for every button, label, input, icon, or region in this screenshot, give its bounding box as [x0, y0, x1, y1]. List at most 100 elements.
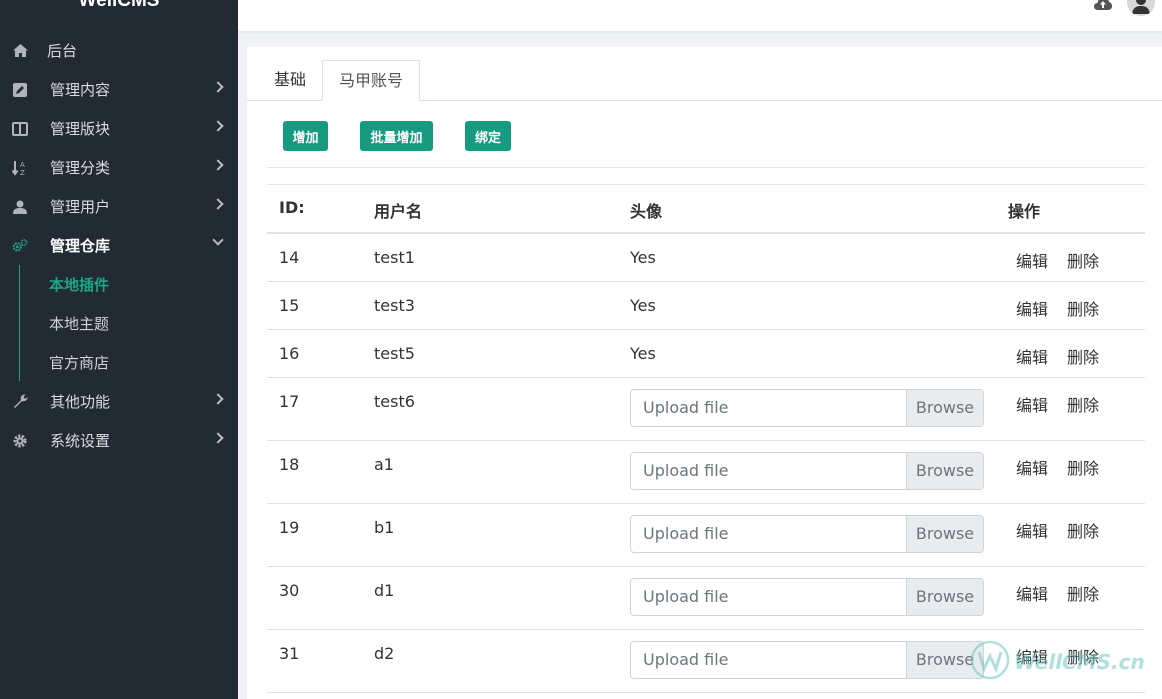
column-header-username: 用户名 — [374, 202, 423, 221]
chevron-right-icon — [212, 120, 224, 132]
upload-placeholder[interactable]: Upload file — [631, 579, 906, 615]
browse-button[interactable]: Browse — [906, 390, 983, 426]
cell-avatar: Yes — [630, 296, 656, 315]
sidebar-item-label: 管理版块 — [50, 120, 111, 138]
row-divider — [267, 692, 1145, 693]
chevron-right-icon — [212, 393, 224, 405]
browse-button[interactable]: Browse — [906, 516, 983, 552]
chevron-right-icon — [212, 81, 224, 93]
columns-icon — [12, 121, 28, 137]
delete-link[interactable]: 删除 — [1067, 518, 1099, 542]
submenu-local-themes[interactable]: 本地主题 — [49, 313, 109, 334]
watermark-text: WellCMS.cn — [1014, 650, 1145, 674]
cell-username: d1 — [374, 581, 395, 600]
top-bar — [238, 0, 1162, 31]
cell-id: 17 — [279, 392, 300, 411]
sidebar-item-settings[interactable]: 系统设置 — [0, 421, 238, 460]
upload-placeholder[interactable]: Upload file — [631, 453, 906, 489]
sidebar-item-label: 系统设置 — [50, 432, 111, 450]
cell-avatar: Yes — [630, 248, 656, 267]
submenu-rail — [19, 265, 20, 381]
edit-link[interactable]: 编辑 — [1016, 296, 1048, 320]
row-divider — [267, 566, 1145, 567]
bind-button[interactable]: 绑定 — [465, 121, 511, 151]
sidebar-item-forums[interactable]: 管理版块 — [0, 109, 238, 148]
cell-id: 18 — [279, 455, 300, 474]
cell-id: 15 — [279, 296, 300, 315]
column-header-id: ID: — [279, 198, 305, 217]
tab-basic[interactable]: 基础 — [258, 60, 322, 101]
delete-link[interactable]: 删除 — [1067, 581, 1099, 605]
sidebar-item-label: 其他功能 — [50, 393, 111, 411]
cell-username: d2 — [374, 644, 395, 663]
tab-sockpuppet-accounts[interactable]: 马甲账号 — [322, 60, 421, 101]
avatar-upload-field[interactable]: Upload file Browse — [630, 578, 984, 616]
main-card: 基础 马甲账号 增加 批量增加 绑定 ID: 用户名 头像 操作 14 test… — [247, 47, 1162, 699]
row-divider — [267, 503, 1145, 504]
sidebar-item-label: 管理内容 — [50, 81, 111, 99]
add-button[interactable]: 增加 — [283, 121, 328, 151]
submenu-local-plugins[interactable]: 本地插件 — [49, 274, 109, 295]
chevron-right-icon — [212, 159, 224, 171]
delete-link[interactable]: 删除 — [1067, 248, 1099, 272]
watermark: WellCMS.cn — [970, 640, 1150, 684]
sidebar-item-label: 管理用户 — [50, 198, 111, 216]
avatar[interactable] — [1127, 0, 1155, 16]
home-icon — [12, 43, 28, 59]
edit-link[interactable]: 编辑 — [1016, 248, 1048, 272]
column-header-actions: 操作 — [1008, 202, 1041, 221]
sidebar-item-label: 后台 — [47, 42, 78, 60]
cell-username: test1 — [374, 248, 415, 267]
batch-add-button[interactable]: 批量增加 — [360, 121, 433, 151]
row-divider — [267, 377, 1145, 378]
table-header-border — [267, 232, 1145, 234]
sidebar-item-categories[interactable]: AZ 管理分类 — [0, 148, 238, 187]
table-top-border — [267, 184, 1145, 185]
cell-username: a1 — [374, 455, 394, 474]
sidebar-item-content[interactable]: 管理内容 — [0, 70, 238, 109]
divider — [267, 167, 1145, 168]
sort-icon: AZ — [12, 160, 28, 176]
user-icon — [12, 199, 28, 215]
cloud-upload-icon[interactable] — [1094, 0, 1112, 10]
chevron-right-icon — [212, 198, 224, 210]
submenu-official-store[interactable]: 官方商店 — [49, 352, 109, 373]
svg-text:A: A — [20, 161, 25, 169]
cell-id: 31 — [279, 644, 300, 663]
column-header-avatar: 头像 — [630, 202, 663, 221]
sidebar-item-other[interactable]: 其他功能 — [0, 382, 238, 421]
cell-avatar: Yes — [630, 344, 656, 363]
cell-username: test5 — [374, 344, 415, 363]
sidebar-item-dashboard[interactable]: 后台 — [0, 31, 238, 70]
delete-link[interactable]: 删除 — [1067, 344, 1099, 368]
sidebar-item-repository[interactable]: 管理仓库 — [0, 226, 238, 265]
upload-placeholder[interactable]: Upload file — [631, 516, 906, 552]
avatar-upload-field[interactable]: Upload file Browse — [630, 641, 984, 679]
svg-text:Z: Z — [20, 169, 25, 176]
browse-button[interactable]: Browse — [906, 579, 983, 615]
edit-link[interactable]: 编辑 — [1016, 344, 1048, 368]
cell-id: 19 — [279, 518, 300, 537]
avatar-upload-field[interactable]: Upload file Browse — [630, 515, 984, 553]
browse-button[interactable]: Browse — [906, 453, 983, 489]
delete-link[interactable]: 删除 — [1067, 296, 1099, 320]
cell-username: test6 — [374, 392, 415, 411]
upload-placeholder[interactable]: Upload file — [631, 390, 906, 426]
edit-icon — [12, 82, 28, 98]
cell-id: 14 — [279, 248, 300, 267]
sidebar-item-users[interactable]: 管理用户 — [0, 187, 238, 226]
brand-logo: WellCMS — [78, 0, 160, 11]
avatar-upload-field[interactable]: Upload file Browse — [630, 452, 984, 490]
edit-link[interactable]: 编辑 — [1016, 581, 1048, 605]
edit-link[interactable]: 编辑 — [1016, 392, 1048, 416]
delete-link[interactable]: 删除 — [1067, 392, 1099, 416]
chevron-right-icon — [212, 432, 224, 444]
row-divider — [267, 440, 1145, 441]
upload-placeholder[interactable]: Upload file — [631, 642, 906, 678]
gear-icon — [12, 433, 28, 449]
avatar-upload-field[interactable]: Upload file Browse — [630, 389, 984, 427]
edit-link[interactable]: 编辑 — [1016, 455, 1048, 479]
sidebar-item-label: 管理分类 — [50, 159, 111, 177]
edit-link[interactable]: 编辑 — [1016, 518, 1048, 542]
delete-link[interactable]: 删除 — [1067, 455, 1099, 479]
